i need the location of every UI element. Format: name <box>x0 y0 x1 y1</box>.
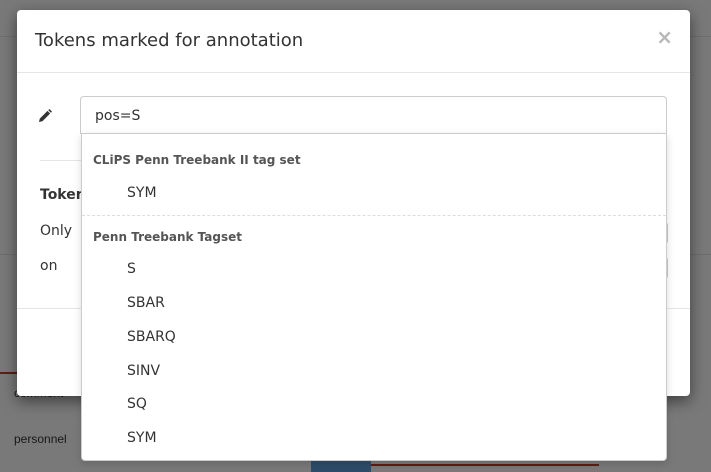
option-penn-s[interactable]: S <box>127 261 136 277</box>
group-label-clips: CLiPS Penn Treebank II tag set <box>93 153 301 167</box>
pencil-icon <box>37 108 53 124</box>
token-section-label: Token <box>40 187 86 203</box>
only-option-label: Only <box>40 223 73 239</box>
option-clips-sym[interactable]: SYM <box>127 185 157 201</box>
option-penn-sq[interactable]: SQ <box>127 396 147 412</box>
option-penn-sinv[interactable]: SINV <box>127 363 160 379</box>
tag-suggestion-dropdown: CLiPS Penn Treebank II tag set SYM Penn … <box>81 133 667 461</box>
group-separator <box>82 215 666 216</box>
modal-header: Tokens marked for annotation × <box>17 10 690 73</box>
group-label-penn: Penn Treebank Tagset <box>93 230 242 244</box>
modal-title: Tokens marked for annotation <box>35 30 304 51</box>
option-penn-sym[interactable]: SYM <box>127 430 157 446</box>
on-option-label: on <box>40 258 58 274</box>
option-penn-sbar[interactable]: SBAR <box>127 295 165 311</box>
close-icon[interactable]: × <box>656 25 673 49</box>
annotation-query-input[interactable] <box>80 96 667 134</box>
option-penn-sbarq[interactable]: SBARQ <box>127 329 176 345</box>
